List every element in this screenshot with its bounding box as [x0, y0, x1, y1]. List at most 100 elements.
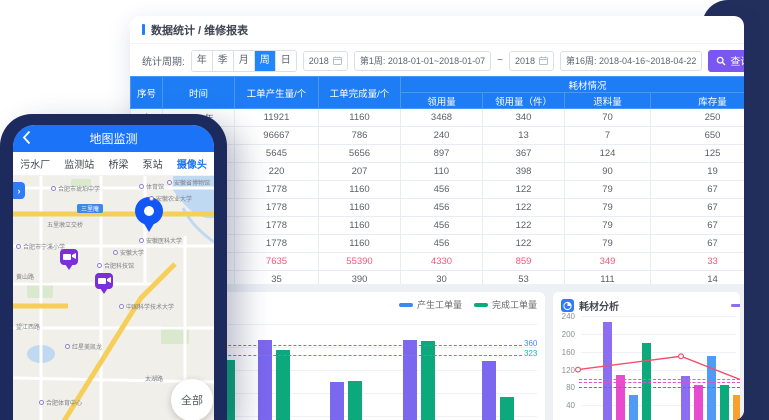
bar-completed	[500, 397, 514, 420]
phone-tab-监测站[interactable]: 监测站	[64, 156, 94, 171]
bar-completed	[276, 350, 290, 420]
poi-text: 安徽大学	[120, 248, 144, 257]
end-week-value: 第16周: 2018-04-16~2018-04-22	[566, 54, 696, 67]
show-all-button[interactable]: 全部	[171, 379, 213, 420]
start-week-input[interactable]: 第1周: 2018-01-01~2018-01-07	[354, 51, 491, 71]
table-cell: 13	[483, 127, 565, 145]
table-cell: 1778	[235, 235, 319, 253]
poi-dot-icon	[113, 250, 118, 255]
table-cell: 122	[483, 199, 565, 217]
camera-marker[interactable]	[95, 273, 113, 294]
poi-text: 望江西路	[16, 322, 40, 331]
start-year-value: 2018	[309, 56, 329, 66]
start-year-select[interactable]: 2018	[303, 51, 348, 71]
phone-tab-bar: 污水厂监测站桥梁泵站摄像头	[13, 152, 214, 176]
phone-tab-泵站[interactable]: 泵站	[143, 156, 163, 171]
phone-page-title: 地图监测	[89, 130, 137, 147]
end-year-select[interactable]: 2018	[509, 51, 554, 71]
poi-dot-icon	[139, 184, 144, 189]
back-button[interactable]	[22, 130, 31, 150]
map-poi-label: 安徽省博物馆	[167, 178, 210, 187]
table-cell: 1160	[319, 199, 401, 217]
period-button-季[interactable]: 季	[213, 51, 234, 71]
table-cell: 650	[651, 127, 745, 145]
search-button[interactable]: 查询	[708, 50, 744, 72]
period-button-日[interactable]: 日	[276, 51, 296, 71]
breadcrumb-text: 数据统计 / 维修报表	[151, 22, 248, 38]
table-cell: 340	[483, 109, 565, 127]
table-cell: 11921	[235, 109, 319, 127]
table-row: 12014年119211160346834070250	[131, 109, 745, 127]
calendar-icon	[539, 56, 548, 65]
start-week-value: 第1周: 2018-01-01~2018-01-07	[360, 54, 485, 67]
poi-text: 五里墩立交桥	[47, 220, 83, 229]
poi-text: 安徽省博物馆	[174, 178, 210, 187]
table-cell: 67	[651, 181, 745, 199]
sub-column-header: 领用量（件）	[483, 93, 565, 109]
column-header: 工单完成量/个	[319, 77, 401, 109]
bar-completed	[348, 381, 362, 420]
legend-label: 产生工单量	[417, 298, 462, 311]
table-cell: 4330	[401, 253, 483, 271]
table-cell: 1160	[319, 181, 401, 199]
table-cell: 67	[651, 199, 745, 217]
poi-text: 安徽农业大学	[156, 194, 192, 203]
poi-text: 太湖路	[145, 374, 163, 383]
legend-item-generated[interactable]: 产生工单量	[399, 298, 462, 311]
camera-marker[interactable]	[60, 249, 78, 270]
bar-generated	[403, 340, 417, 420]
period-button-年[interactable]: 年	[192, 51, 213, 71]
table-cell: 1778	[235, 181, 319, 199]
table-cell: 1778	[235, 217, 319, 235]
table-cell: 110	[401, 163, 483, 181]
map-poi-label: 五里墩立交桥	[47, 220, 83, 229]
poi-text: 中国科学技术大学	[126, 302, 174, 311]
bar-generated	[330, 382, 344, 420]
table-cell: 7635	[235, 253, 319, 271]
table-cell: 19	[651, 163, 745, 181]
filter-bar: 统计周期: 年季月周日 2018 第1周: 2018-01-01~2018-01…	[130, 44, 744, 77]
reference-label: 360	[524, 339, 537, 348]
phone-tab-桥梁[interactable]: 桥梁	[108, 156, 128, 171]
table-cell: 124	[565, 145, 651, 163]
table-cell: 90	[565, 163, 651, 181]
bar-generated	[482, 361, 496, 420]
table-cell: 5656	[319, 145, 401, 163]
map-poi-label: 太湖路	[145, 374, 163, 383]
table-cell: 67	[651, 235, 745, 253]
poi-text: 合肥体育中心	[46, 398, 82, 407]
phone-tab-摄像头[interactable]: 摄像头	[177, 156, 207, 171]
map-view[interactable]: 三里庵	[13, 176, 214, 420]
table-cell: 125	[651, 145, 745, 163]
table-cell: 456	[401, 199, 483, 217]
map-poi-label: 安徽大学	[113, 248, 144, 257]
calendar-icon	[333, 56, 342, 65]
bar-generated	[258, 340, 272, 420]
poi-text: 黄山路	[16, 272, 34, 281]
end-week-input[interactable]: 第16周: 2018-04-16~2018-04-22	[560, 51, 702, 71]
map-poi-label: 安徽医科大学	[139, 236, 182, 245]
poi-text: 安徽医科大学	[146, 236, 182, 245]
table-cell: 55390	[319, 253, 401, 271]
table-cell: 122	[483, 235, 565, 253]
reference-label: 323	[524, 349, 537, 358]
legend-item-completed[interactable]: 完成工单量	[474, 298, 537, 311]
table-cell: 1160	[319, 109, 401, 127]
period-button-月[interactable]: 月	[234, 51, 255, 71]
phone-header: 地图监测	[13, 125, 214, 152]
table-cell: 79	[565, 235, 651, 253]
map-poi-label: 合肥体育中心	[39, 398, 82, 407]
filter-label: 统计周期:	[142, 53, 185, 68]
table-cell: 1160	[319, 217, 401, 235]
table-cell: 786	[319, 127, 401, 145]
map-expander-button[interactable]: ›	[13, 182, 25, 199]
table-cell: 79	[565, 217, 651, 235]
road-badge: 三里庵	[77, 204, 103, 213]
phone-tab-污水厂[interactable]: 污水厂	[20, 156, 50, 171]
table-cell: 240	[401, 127, 483, 145]
table-cell: 122	[483, 181, 565, 199]
map-poi-label: 黄山路	[16, 272, 34, 281]
period-button-周[interactable]: 周	[255, 51, 276, 71]
table-cell: 349	[565, 253, 651, 271]
table-cell: 456	[401, 235, 483, 253]
